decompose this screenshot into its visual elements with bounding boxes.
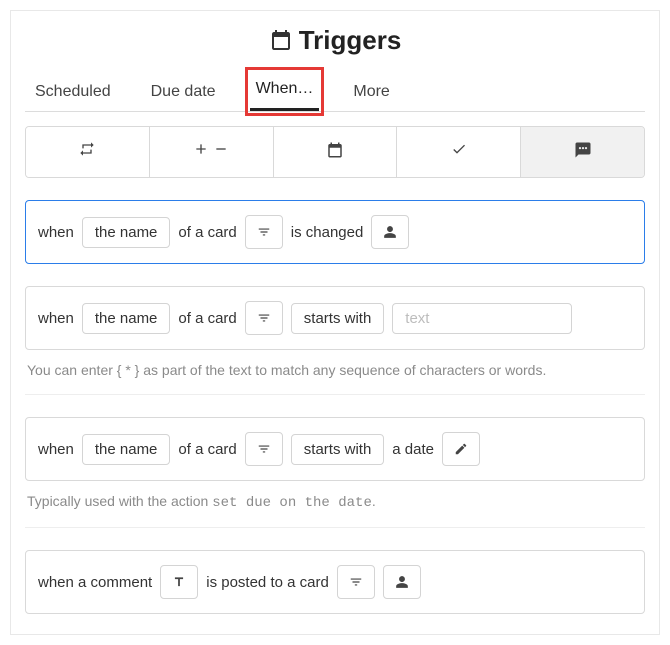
filter-icon — [257, 225, 271, 239]
hint-text: Typically used with the action — [27, 493, 212, 509]
tab-due-date[interactable]: Due date — [145, 75, 222, 111]
field-selector[interactable]: the name — [82, 217, 171, 248]
category-add-remove[interactable] — [149, 127, 273, 177]
condition-selector[interactable]: starts with — [291, 303, 385, 334]
trigger-category-row — [25, 126, 645, 178]
user-icon — [395, 575, 409, 589]
tab-more[interactable]: More — [347, 75, 395, 111]
hint-wildcard: You can enter { * } as part of the text … — [27, 362, 643, 378]
condition-selector[interactable]: starts with — [291, 434, 385, 465]
text-format-button[interactable] — [160, 565, 198, 599]
field-selector[interactable]: the name — [82, 303, 171, 334]
user-button[interactable] — [371, 215, 409, 249]
calendar-icon — [326, 141, 344, 159]
category-comment[interactable] — [520, 127, 644, 177]
category-check[interactable] — [396, 127, 520, 177]
page-title: Triggers — [25, 25, 645, 56]
rule-name-starts-with-text[interactable]: when the name of a card starts with text — [25, 286, 645, 350]
text-icon — [172, 575, 186, 589]
filter-button[interactable] — [337, 565, 375, 599]
edit-icon — [454, 442, 468, 456]
hint-text: . — [372, 493, 376, 509]
user-button[interactable] — [383, 565, 421, 599]
hint-set-due: Typically used with the action set due o… — [27, 493, 643, 511]
comment-icon — [573, 141, 593, 159]
check-icon — [449, 141, 469, 157]
rule-text: of a card — [178, 310, 236, 327]
category-date[interactable] — [273, 127, 397, 177]
filter-button[interactable] — [245, 215, 283, 249]
rule-text: of a card — [178, 224, 236, 241]
rule-text: when — [38, 310, 74, 327]
divider — [25, 394, 645, 395]
field-selector[interactable]: the name — [82, 434, 171, 465]
rule-text: is posted to a card — [206, 574, 329, 591]
user-icon — [383, 225, 397, 239]
rule-text: of a card — [178, 441, 236, 458]
tabs: Scheduled Due date When… More — [25, 72, 645, 112]
category-move[interactable] — [26, 127, 149, 177]
tab-when[interactable]: When… — [250, 72, 320, 111]
text-input[interactable]: text — [392, 303, 572, 334]
rule-text: when — [38, 224, 74, 241]
swap-icon — [77, 141, 97, 157]
filter-icon — [349, 575, 363, 589]
rule-comment-posted[interactable]: when a comment is posted to a card — [25, 550, 645, 614]
rule-text: when a comment — [38, 574, 152, 591]
page-title-text: Triggers — [299, 25, 402, 55]
hint-code: set due on the date — [212, 495, 372, 511]
rule-name-changed[interactable]: when the name of a card is changed — [25, 200, 645, 264]
rule-text: when — [38, 441, 74, 458]
rule-text: a date — [392, 441, 434, 458]
edit-button[interactable] — [442, 432, 480, 466]
minus-icon — [213, 141, 229, 157]
filter-icon — [257, 442, 271, 456]
filter-button[interactable] — [245, 301, 283, 335]
rule-name-starts-with-date[interactable]: when the name of a card starts with a da… — [25, 417, 645, 481]
filter-button[interactable] — [245, 432, 283, 466]
triggers-panel: Triggers Scheduled Due date When… More w… — [10, 10, 660, 635]
filter-icon — [257, 311, 271, 325]
divider — [25, 527, 645, 528]
tab-scheduled[interactable]: Scheduled — [29, 75, 117, 111]
calendar-icon — [269, 28, 293, 52]
rule-text: is changed — [291, 224, 364, 241]
plus-icon — [193, 141, 209, 157]
